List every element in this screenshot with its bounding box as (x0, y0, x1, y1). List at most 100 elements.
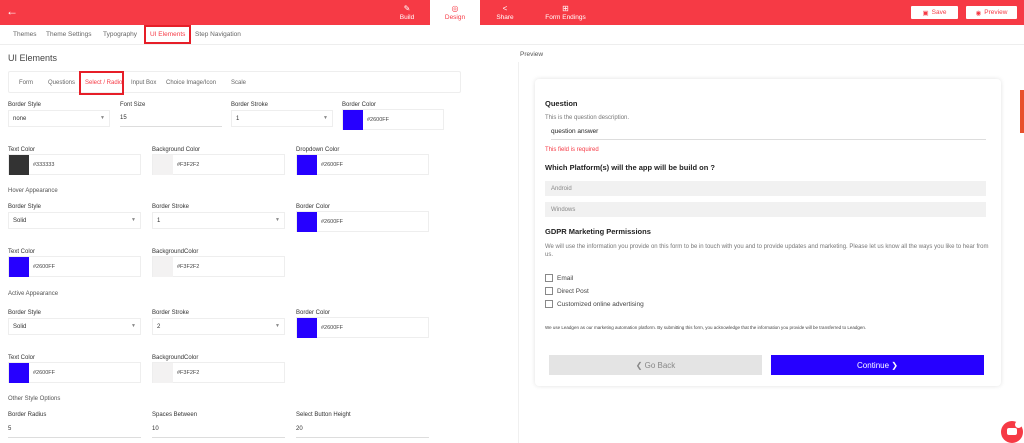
active-text-color-picker[interactable]: #2600FF (8, 362, 141, 383)
active-border-style-select[interactable]: Solid ▼ (8, 318, 141, 335)
tab-build[interactable]: ✎ Build (387, 0, 427, 25)
subnav-themes[interactable]: Themes (13, 31, 36, 38)
tab-form[interactable]: Form (19, 80, 33, 86)
hover-border-stroke-select[interactable]: 1 ▼ (152, 212, 285, 229)
border-radius-input[interactable]: 5 (8, 421, 141, 438)
hover-border-color-picker[interactable]: #2600FF (296, 211, 429, 232)
preview-option-android[interactable]: Android (545, 181, 986, 196)
hover-border-style-select[interactable]: Solid ▼ (8, 212, 141, 229)
dropdown-color-picker[interactable]: #2600FF (296, 154, 429, 175)
hover-background-color-label: BackgroundColor (152, 249, 199, 255)
active-border-color-label: Border Color (296, 310, 331, 316)
chevron-down-icon: ▼ (100, 115, 105, 121)
hover-background-color-picker[interactable]: #F3F2F2 (152, 256, 285, 277)
text-color-label: Text Color (8, 147, 36, 153)
preview-gdpr-title: GDPR Marketing Permissions (545, 227, 651, 236)
border-stroke-label: Border Stroke (231, 102, 269, 108)
border-color-picker[interactable]: #2600FF (342, 109, 444, 130)
active-background-color-label: BackgroundColor (152, 355, 199, 361)
subnav-step-navigation[interactable]: Step Navigation (195, 31, 241, 38)
go-back-button[interactable]: ❮ Go Back (549, 355, 762, 375)
border-style-label: Border Style (8, 102, 42, 108)
notification-dot (1015, 421, 1022, 428)
active-border-stroke-select[interactable]: 2 ▼ (152, 318, 285, 335)
chevron-down-icon: ▼ (323, 115, 328, 121)
preview-checkbox-direct-post[interactable]: Direct Post (545, 287, 589, 295)
tab-share[interactable]: < Share (484, 0, 526, 25)
checkbox[interactable] (545, 274, 553, 282)
active-border-color-picker[interactable]: #2600FF (296, 317, 429, 338)
text-color-picker[interactable]: #333333 (8, 154, 141, 175)
hover-text-color-picker[interactable]: #2600FF (8, 256, 141, 277)
eye-icon: ◉ (975, 9, 982, 17)
border-color-label: Border Color (342, 102, 377, 108)
color-swatch[interactable] (297, 317, 317, 338)
background-color-label: Background Color (152, 147, 201, 153)
color-swatch[interactable] (297, 211, 317, 232)
hover-text-color-label: Text Color (8, 249, 36, 255)
color-swatch[interactable] (153, 362, 173, 383)
preview-question-description: This is the question description. (545, 115, 630, 121)
checkbox[interactable] (545, 300, 553, 308)
active-border-stroke-label: Border Stroke (152, 310, 190, 316)
preview-button[interactable]: ◉ Preview (965, 5, 1018, 20)
preview-platform-question: Which Platform(s) will the app will be b… (545, 163, 715, 172)
tab-input-box[interactable]: Input Box (131, 80, 156, 86)
border-style-select[interactable]: none ▼ (8, 110, 110, 127)
active-background-color-picker[interactable]: #F3F2F2 (152, 362, 285, 383)
back-arrow-icon[interactable]: ← (6, 4, 18, 18)
chevron-down-icon: ▼ (275, 217, 280, 223)
save-button[interactable]: ▣ Save (910, 5, 959, 20)
continue-button[interactable]: Continue ❯ (771, 355, 984, 375)
font-size-label: Font Size (120, 102, 146, 108)
tab-scale[interactable]: Scale (231, 80, 246, 86)
preview-option-windows[interactable]: Windows (545, 202, 986, 217)
element-tabs: Form Questions Select / Radio Input Box … (8, 71, 461, 93)
color-swatch[interactable] (9, 362, 29, 383)
spaces-between-label: Spaces Between (152, 412, 198, 418)
subnav-theme-settings[interactable]: Theme Settings (46, 31, 92, 38)
highlight-box-ui-elements (144, 25, 191, 44)
preview-checkbox-email[interactable]: Email (545, 274, 573, 282)
border-stroke-select[interactable]: 1 ▼ (231, 110, 333, 127)
preview-gdpr-text: We will use the information you provide … (545, 244, 989, 258)
spaces-between-input[interactable]: 10 (152, 421, 285, 438)
tab-design[interactable]: ◎ Design (430, 0, 480, 25)
hover-border-color-label: Border Color (296, 204, 331, 210)
tab-choice-image-icon[interactable]: Choice Image/Icon (166, 80, 216, 86)
chat-bubble-icon (1007, 428, 1017, 435)
color-swatch[interactable] (9, 256, 29, 277)
color-swatch[interactable] (153, 154, 173, 175)
tab-form-endings[interactable]: ⊞ Form Endings (538, 0, 593, 25)
font-size-input[interactable]: 15 (120, 110, 222, 127)
preview-question-title: Question (545, 99, 578, 108)
top-bar: ← ✎ Build ◎ Design < Share ⊞ Form Ending… (0, 0, 1024, 25)
color-swatch[interactable] (343, 109, 363, 130)
active-border-style-label: Border Style (8, 310, 42, 316)
hover-border-stroke-label: Border Stroke (152, 204, 190, 210)
select-button-height-input[interactable]: 20 (296, 421, 429, 438)
side-edge-tab[interactable] (1020, 90, 1024, 133)
preview-checkbox-online-advertising[interactable]: Customized online advertising (545, 300, 644, 308)
hover-appearance-heading: Hover Appearance (8, 188, 58, 194)
checkbox[interactable] (545, 287, 553, 295)
preview-error-text: This field is required (545, 147, 599, 153)
color-swatch[interactable] (9, 154, 29, 175)
color-swatch[interactable] (297, 154, 317, 175)
tab-questions[interactable]: Questions (48, 80, 75, 86)
panel-divider (518, 62, 519, 443)
chevron-down-icon: ▼ (275, 323, 280, 329)
border-radius-label: Border Radius (8, 412, 47, 418)
hover-border-style-label: Border Style (8, 204, 42, 210)
background-color-picker[interactable]: #F3F2F2 (152, 154, 285, 175)
chevron-down-icon: ▼ (131, 217, 136, 223)
preview-answer-input[interactable]: question answer (551, 128, 986, 140)
active-text-color-label: Text Color (8, 355, 36, 361)
color-swatch[interactable] (153, 256, 173, 277)
edit-icon: ✎ (403, 4, 411, 13)
highlight-box-select-radio (79, 71, 124, 95)
chevron-down-icon: ▼ (131, 323, 136, 329)
subnav-typography[interactable]: Typography (103, 31, 137, 38)
chat-widget-icon[interactable] (1001, 421, 1023, 443)
preview-label: Preview (520, 51, 544, 58)
